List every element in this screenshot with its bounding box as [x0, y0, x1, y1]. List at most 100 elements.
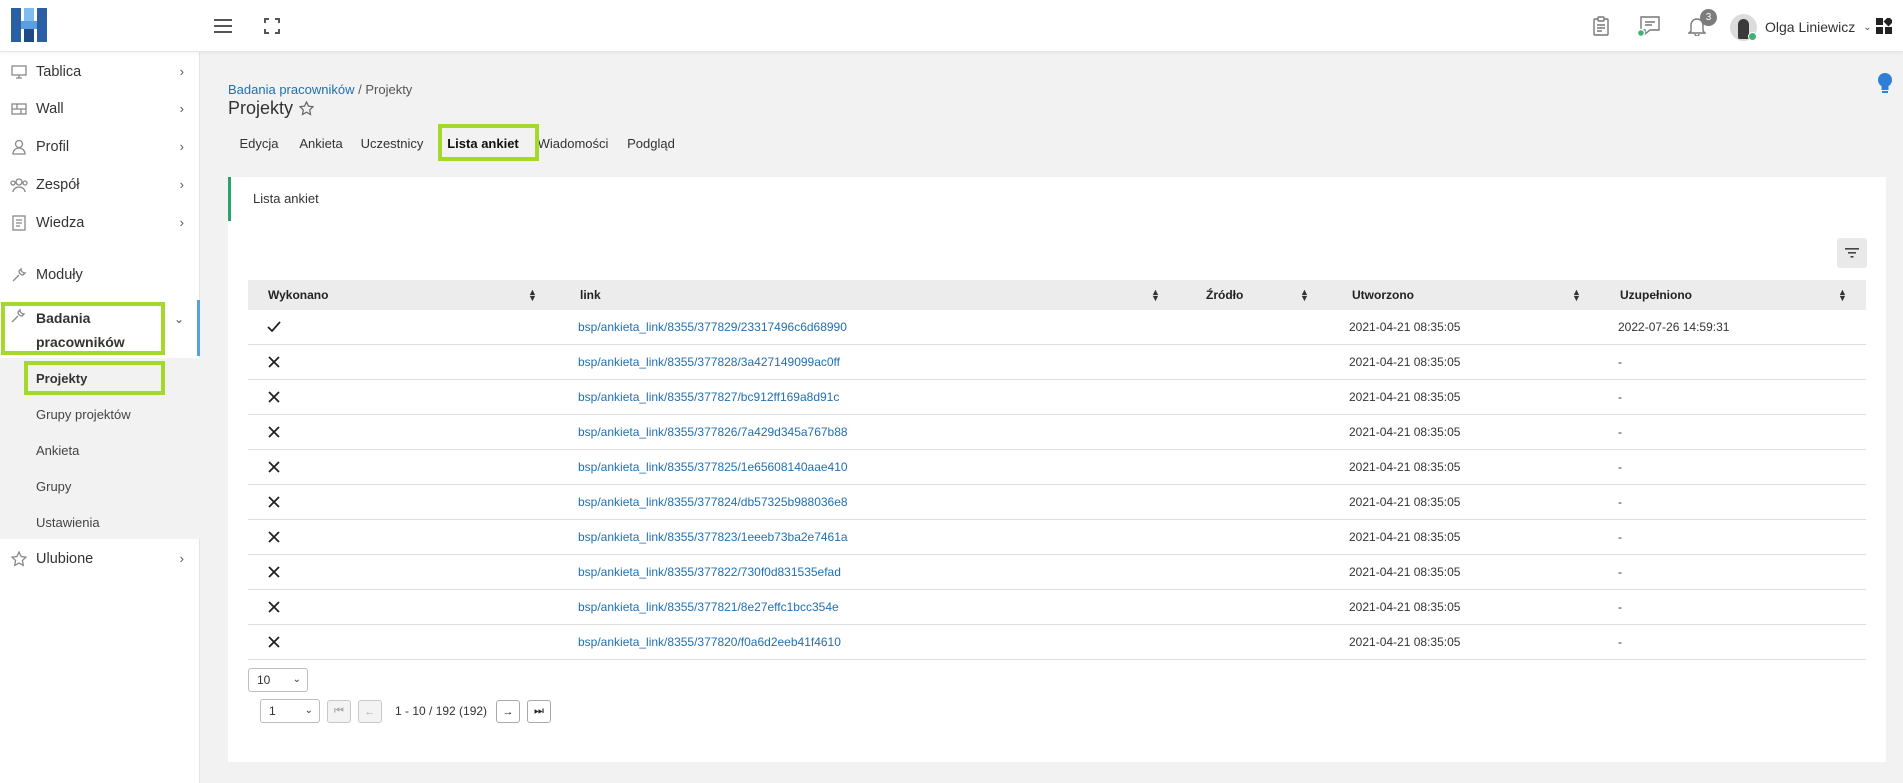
created-cell: 2021-04-21 08:35:05	[1349, 460, 1461, 474]
table-row: bsp/ankieta_link/8355/377828/3a427149099…	[248, 345, 1866, 380]
apps-icon[interactable]	[1872, 14, 1896, 38]
chevron-down-icon: ⌄	[1863, 21, 1872, 33]
created-cell: 2021-04-21 08:35:05	[1349, 320, 1461, 334]
submenu-item-grupy[interactable]: Grupy	[36, 479, 71, 494]
sort-icon[interactable]: ▲ ▼	[1300, 288, 1309, 303]
table-row: bsp/ankieta_link/8355/377825/1e65608140a…	[248, 450, 1866, 485]
table-row: bsp/ankieta_link/8355/377822/730f0d83153…	[248, 555, 1866, 590]
sidebar-item-tablica[interactable]: Tablica ›	[0, 53, 200, 91]
highlight-projekty	[24, 361, 165, 395]
submenu-item-ustawienia[interactable]: Ustawienia	[36, 515, 100, 530]
sort-icon[interactable]: ▲ ▼	[528, 288, 537, 303]
filter-button[interactable]	[1837, 238, 1867, 268]
monitor-icon	[10, 63, 28, 81]
bell-icon[interactable]: 3	[1685, 9, 1717, 38]
sidebar-item-profil[interactable]: Profil ›	[0, 128, 200, 166]
survey-link[interactable]: bsp/ankieta_link/8355/377822/730f0d83153…	[578, 555, 841, 589]
cross-icon	[266, 380, 282, 414]
chevron-right-icon: ›	[179, 177, 184, 192]
table-header: Wykonano ▲ ▼ link ▲ ▼ Źródło ▲ ▼ Utworzono …	[248, 280, 1866, 310]
table-row: bsp/ankieta_link/8355/377820/f0a6d2eeb41…	[248, 625, 1866, 660]
first-page-button[interactable]: ⏮	[327, 700, 351, 723]
sidebar-item-moduly[interactable]: Moduły	[0, 256, 200, 294]
chevron-down-icon: ⌄	[292, 674, 301, 685]
table-row: bsp/ankieta_link/8355/377824/db57325b988…	[248, 485, 1866, 520]
survey-link[interactable]: bsp/ankieta_link/8355/377821/8e27effc1bc…	[578, 590, 839, 624]
sort-icon[interactable]: ▲ ▼	[1151, 288, 1160, 303]
survey-link[interactable]: bsp/ankieta_link/8355/377820/f0a6d2eeb41…	[578, 625, 841, 659]
cross-icon	[266, 625, 282, 659]
created-cell: 2021-04-21 08:35:05	[1349, 355, 1461, 369]
user-icon	[10, 138, 28, 156]
page-value: 1	[269, 704, 276, 718]
panel-header: Lista ankiet	[228, 177, 1886, 221]
notification-badge: 3	[1700, 9, 1717, 26]
lightbulb-icon[interactable]	[1876, 72, 1894, 96]
column-label: Uzupełniono	[1620, 288, 1692, 302]
page-size-select[interactable]: 10 ⌄	[248, 668, 308, 692]
column-header-wykonano[interactable]: Wykonano	[268, 280, 518, 310]
online-status-icon	[1748, 31, 1757, 41]
survey-link[interactable]: bsp/ankieta_link/8355/377826/7a429d345a7…	[578, 415, 848, 449]
table-row: bsp/ankieta_link/8355/377829/23317496c6d…	[248, 310, 1866, 345]
chevron-right-icon: ›	[179, 551, 184, 566]
table-row: bsp/ankieta_link/8355/377823/1eeeb73ba2e…	[248, 520, 1866, 555]
column-header-zrodlo[interactable]: Źródło	[1206, 280, 1306, 310]
sidebar-item-wall[interactable]: Wall ›	[0, 90, 200, 128]
app-logo[interactable]	[11, 8, 47, 42]
cross-icon	[266, 520, 282, 554]
completed-cell: 2022-07-26 14:59:31	[1618, 320, 1730, 334]
last-page-button[interactable]: ⏭	[527, 700, 551, 723]
survey-link[interactable]: bsp/ankieta_link/8355/377823/1eeeb73ba2e…	[578, 520, 848, 554]
prev-page-button[interactable]: ←	[358, 700, 382, 723]
survey-link[interactable]: bsp/ankieta_link/8355/377827/bc912ff169a…	[578, 380, 839, 414]
survey-link[interactable]: bsp/ankieta_link/8355/377824/db57325b988…	[578, 485, 848, 519]
completed-cell: -	[1618, 390, 1622, 404]
column-label: Utworzono	[1352, 288, 1414, 302]
tab-podglad[interactable]: Podgląd	[620, 128, 682, 158]
column-header-utworzono[interactable]: Utworzono	[1352, 280, 1552, 310]
created-cell: 2021-04-21 08:35:05	[1349, 425, 1461, 439]
created-cell: 2021-04-21 08:35:05	[1349, 600, 1461, 614]
star-icon[interactable]	[299, 101, 315, 116]
tab-wiadomosci[interactable]: Wiadomości	[534, 128, 612, 158]
created-cell: 2021-04-21 08:35:05	[1349, 565, 1461, 579]
cross-icon	[266, 555, 282, 589]
column-label: Wykonano	[268, 288, 329, 302]
clipboard-icon[interactable]	[1589, 14, 1613, 38]
chevron-right-icon: ›	[179, 64, 184, 79]
tab-uczestnicy[interactable]: Uczestnicy	[354, 128, 430, 158]
next-page-button[interactable]: →	[496, 700, 520, 723]
sidebar-item-ulubione[interactable]: Ulubione ›	[0, 540, 200, 578]
messages-icon[interactable]	[1637, 14, 1661, 38]
survey-link[interactable]: bsp/ankieta_link/8355/377828/3a427149099…	[578, 345, 840, 379]
completed-cell: -	[1618, 600, 1622, 614]
completed-cell: -	[1618, 425, 1622, 439]
survey-link[interactable]: bsp/ankieta_link/8355/377825/1e65608140a…	[578, 450, 848, 484]
sidebar-item-label: Wall	[36, 101, 64, 117]
submenu-item-grupy-projektow[interactable]: Grupy projektów	[36, 407, 131, 422]
created-cell: 2021-04-21 08:35:05	[1349, 390, 1461, 404]
menu-icon[interactable]	[211, 14, 235, 38]
sort-icon[interactable]: ▲ ▼	[1572, 288, 1581, 303]
sidebar-item-label: Ulubione	[36, 551, 94, 567]
sidebar-item-wiedza[interactable]: Wiedza ›	[0, 204, 200, 242]
page-select[interactable]: 1 ⌄	[260, 699, 320, 723]
user-menu[interactable]: Olga Liniewicz ⌄	[1730, 12, 1872, 42]
fullscreen-icon[interactable]	[260, 14, 284, 38]
survey-link[interactable]: bsp/ankieta_link/8355/377829/23317496c6d…	[578, 310, 847, 344]
submenu-item-ankieta[interactable]: Ankieta	[36, 443, 79, 458]
breadcrumb-link[interactable]: Badania pracowników	[228, 82, 354, 97]
sidebar-item-label: Moduły	[36, 267, 83, 283]
sort-icon[interactable]: ▲ ▼	[1838, 288, 1847, 303]
arrow-right-icon: →	[502, 705, 514, 718]
column-header-uzupelniono[interactable]: Uzupełniono	[1620, 280, 1820, 310]
tab-edycja[interactable]: Edycja	[228, 128, 290, 158]
sidebar-item-zespol[interactable]: Zespół ›	[0, 166, 200, 204]
table-row: bsp/ankieta_link/8355/377827/bc912ff169a…	[248, 380, 1866, 415]
completed-cell: -	[1618, 495, 1622, 509]
tab-ankieta[interactable]: Ankieta	[290, 128, 352, 158]
completed-cell: -	[1618, 460, 1622, 474]
column-header-link[interactable]: link	[580, 280, 1080, 310]
wall-icon	[10, 100, 28, 118]
